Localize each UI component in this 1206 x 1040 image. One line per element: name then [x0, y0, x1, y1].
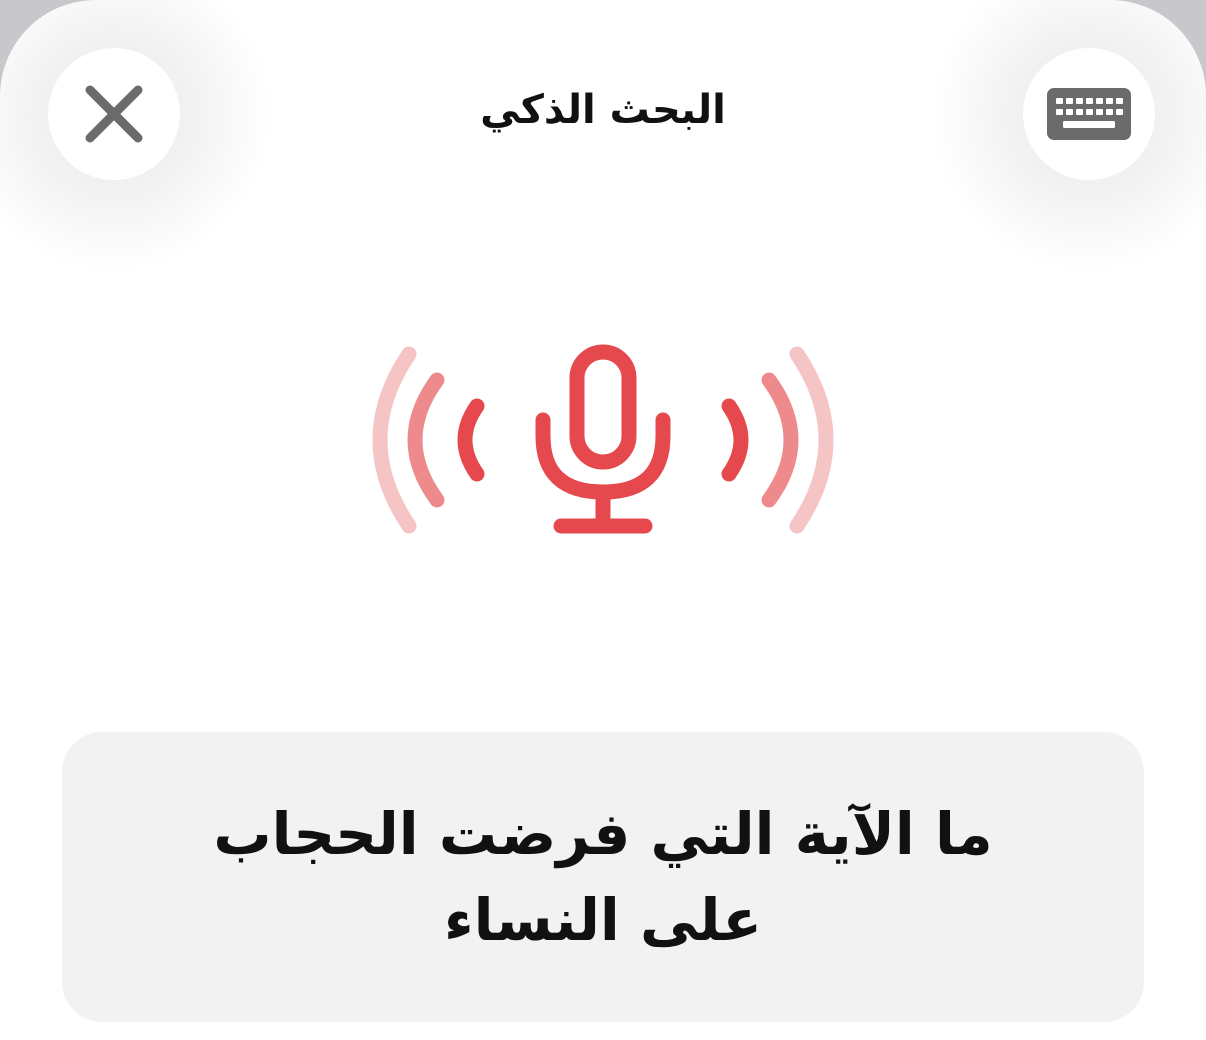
keyboard-icon — [1047, 88, 1131, 140]
sound-wave-left-outer — [372, 346, 417, 534]
sound-wave-left-inner — [457, 398, 485, 482]
sound-wave-right-outer — [789, 346, 834, 534]
transcribed-query-card: ما الآية التي فرضت الحجاب على النساء — [62, 732, 1144, 1022]
microphone-icon — [372, 344, 834, 534]
keyboard-button[interactable] — [1023, 48, 1155, 180]
voice-search-sheet: البحث الذكي ما الآية التي فرضت الحجاب عل… — [0, 0, 1206, 1040]
sound-wave-right-inner — [721, 398, 749, 482]
sound-wave-left-middle — [407, 372, 445, 508]
transcribed-query-text: ما الآية التي فرضت الحجاب على النساء — [213, 800, 993, 954]
listening-indicator[interactable] — [363, 340, 843, 540]
sound-wave-right-middle — [761, 372, 799, 508]
